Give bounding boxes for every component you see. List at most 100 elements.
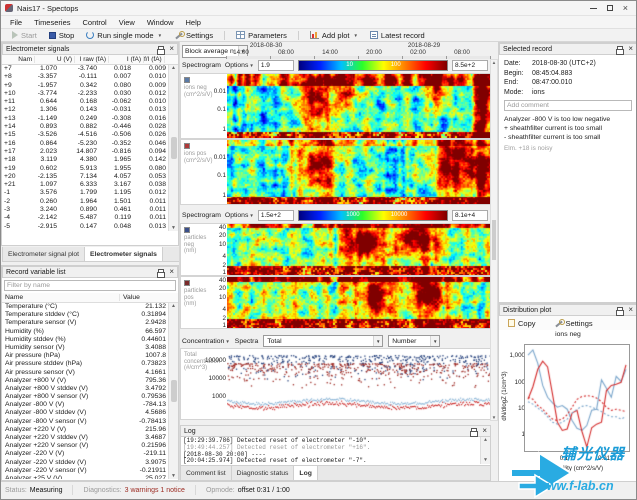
list-item[interactable]: Temperature stddev (°C)0.31894 bbox=[2, 311, 178, 319]
column-header[interactable]: I (fA) bbox=[109, 56, 144, 63]
scroll-down-icon[interactable]: ▼ bbox=[484, 457, 487, 464]
list-item[interactable]: Humidity sensor (V)3.4088 bbox=[2, 344, 178, 352]
scroll-thumb[interactable] bbox=[492, 220, 496, 260]
table-row[interactable]: +160.864-5.230-0.3520.046 bbox=[2, 140, 178, 148]
ions-neg-spectrogram[interactable]: ions neg(cm^2/s/V) 0.01 0.1 1 bbox=[180, 73, 491, 139]
list-item[interactable]: Humidity stddev (%)0.44601 bbox=[2, 336, 178, 344]
list-item[interactable]: Analyzer -800 V stddev (V)4.5686 bbox=[2, 409, 178, 417]
list-item[interactable]: Air pressure (hPa)1007.8 bbox=[2, 352, 178, 360]
electrometer-column-headers[interactable]: NamU (V)I raw (fA)I (fA)f/I (fA) bbox=[2, 55, 178, 65]
float-icon[interactable] bbox=[617, 46, 623, 52]
list-item[interactable]: Temperature sensor (V)2.9428 bbox=[2, 319, 178, 327]
scroll-up-icon[interactable]: ▲ bbox=[492, 60, 496, 65]
tab-diagnostic-status[interactable]: Diagnostic status bbox=[232, 466, 295, 480]
list-item[interactable]: Analyzer -800 V sensor (V)-0.78413 bbox=[2, 418, 178, 426]
list-item[interactable]: Analyzer +220 V (V)215.96 bbox=[2, 426, 178, 434]
column-header[interactable]: U (V) bbox=[35, 56, 75, 63]
scale-max-input[interactable]: 8.1e+4 bbox=[452, 210, 488, 221]
list-item[interactable]: Analyzer -220 V (V)-219.11 bbox=[2, 450, 178, 458]
menu-item[interactable]: Help bbox=[180, 18, 207, 27]
ions-pos-legend-icon[interactable] bbox=[184, 143, 190, 149]
menu-item[interactable]: View bbox=[113, 18, 141, 27]
table-row[interactable]: +211.0976.3333.1670.038 bbox=[2, 181, 178, 189]
scroll-down-icon[interactable]: ▼ bbox=[171, 473, 176, 479]
column-header[interactable]: Name bbox=[2, 294, 120, 301]
column-header[interactable]: I raw (fA) bbox=[75, 56, 109, 63]
table-row[interactable]: +172.02314.807-0.8160.094 bbox=[2, 148, 178, 156]
table-row[interactable]: -13.5761.7991.1950.012 bbox=[2, 189, 178, 197]
tab-electrometer-signal-plot[interactable]: Electrometer signal plot bbox=[3, 247, 85, 261]
ions-pos-spectrogram[interactable]: ions pos(cm^2/s/V) 0.01 0.1 1 bbox=[180, 139, 491, 205]
add-comment-input[interactable] bbox=[504, 100, 632, 111]
scroll-thumb[interactable] bbox=[171, 380, 177, 402]
list-item[interactable]: Air pressure stddev (hPa)0.73823 bbox=[2, 360, 178, 368]
ions-neg-spectrogram-canvas[interactable] bbox=[227, 74, 491, 138]
scrollbar[interactable]: ▲ ▼ bbox=[168, 65, 178, 231]
table-row[interactable]: +140.8930.882-0.4460.028 bbox=[2, 123, 178, 131]
minimize-icon[interactable] bbox=[590, 8, 597, 9]
menu-item[interactable]: Timeseries bbox=[28, 18, 76, 27]
scroll-up-icon[interactable]: ▲ bbox=[171, 65, 176, 71]
copy-button[interactable]: Copy bbox=[503, 318, 541, 329]
settings-button[interactable]: Settings bbox=[169, 30, 218, 41]
start-button[interactable]: Start bbox=[7, 30, 42, 41]
table-row[interactable]: +13-1.1490.249-0.3080.016 bbox=[2, 115, 178, 123]
float-icon[interactable] bbox=[471, 428, 477, 434]
add-plot-button[interactable]: Add plot▼ bbox=[305, 30, 363, 41]
tab-log[interactable]: Log bbox=[294, 466, 317, 480]
table-row[interactable]: +9-1.9570.3420.0800.009 bbox=[2, 82, 178, 90]
concentration-canvas[interactable] bbox=[227, 349, 491, 419]
filter-input[interactable] bbox=[4, 280, 176, 291]
tab-comment-list[interactable]: Comment list bbox=[181, 466, 232, 480]
options-button[interactable]: Options▼ bbox=[225, 62, 254, 69]
particles-pos-spectrogram-canvas[interactable] bbox=[227, 277, 491, 328]
table-row[interactable]: -33.2400.8900.4610.011 bbox=[2, 206, 178, 214]
distribution-plot[interactable]: dN/dlogZ (1/cm^3) 1,000 100 10 1 0.1 0.0… bbox=[499, 338, 637, 488]
menu-item[interactable]: Window bbox=[141, 18, 180, 27]
particles-neg-spectrogram-canvas[interactable] bbox=[227, 224, 491, 275]
table-row[interactable]: +190.6025.9131.9550.080 bbox=[2, 165, 178, 173]
list-item[interactable]: Analyzer -800 V (V)-784.13 bbox=[2, 401, 178, 409]
latest-record-button[interactable]: Latest record bbox=[365, 30, 430, 41]
jet-colorbar[interactable]: 10 100 bbox=[298, 60, 448, 71]
maximize-icon[interactable] bbox=[607, 5, 613, 11]
list-item[interactable]: Analyzer +220 V stddev (V)3.4687 bbox=[2, 434, 178, 442]
table-row[interactable]: -5-2.9150.1470.0480.013 bbox=[2, 223, 178, 231]
diagnostics-badge[interactable]: 3 warnings 1 notice bbox=[125, 487, 185, 494]
table-row[interactable]: +110.6440.168-0.0620.010 bbox=[2, 98, 178, 106]
number-combo[interactable]: Number▼ bbox=[388, 335, 440, 347]
column-header[interactable]: f/I (fA) bbox=[144, 56, 165, 63]
jet-colorbar[interactable]: 1000 10000 bbox=[298, 210, 448, 221]
particles-pos-spectrogram[interactable]: particles pos(nm) 40 20 10 4 2 1 bbox=[180, 276, 491, 329]
total-combo[interactable]: Total▼ bbox=[263, 335, 383, 347]
run-single-mode-button[interactable]: Run single mode▼ bbox=[81, 30, 167, 41]
close-icon[interactable]: × bbox=[628, 46, 633, 52]
table-row[interactable]: -20.2601.9641.5010.011 bbox=[2, 198, 178, 206]
scale-max-input[interactable]: 8.5e+2 bbox=[452, 60, 488, 71]
close-icon[interactable]: × bbox=[482, 428, 487, 434]
close-icon[interactable]: × bbox=[623, 5, 628, 12]
ions-neg-legend-icon[interactable] bbox=[184, 77, 190, 83]
table-row[interactable]: +183.1194.3801.9650.142 bbox=[2, 156, 178, 164]
list-item[interactable]: Air pressure sensor (V)4.1661 bbox=[2, 369, 178, 377]
electrometer-table[interactable]: +71.070-3.7400.0180.009 +8-3.357-0.1110.… bbox=[2, 65, 178, 231]
scale-min-input[interactable]: 1.9 bbox=[258, 60, 294, 71]
float-icon[interactable] bbox=[158, 46, 164, 52]
list-item[interactable]: Analyzer +800 V sensor (V)0.79536 bbox=[2, 393, 178, 401]
float-icon[interactable] bbox=[617, 307, 623, 313]
parameters-button[interactable]: Parameters bbox=[231, 30, 292, 41]
options-button[interactable]: Options▼ bbox=[225, 212, 254, 219]
scroll-down-icon[interactable]: ▼ bbox=[171, 225, 176, 231]
menu-item[interactable]: File bbox=[4, 18, 28, 27]
float-icon[interactable] bbox=[158, 269, 164, 275]
distribution-canvas[interactable] bbox=[525, 345, 629, 451]
plot-frame[interactable] bbox=[524, 344, 630, 452]
concentration-plot[interactable]: Total concentration(#/cm^3) 100000 10000… bbox=[180, 348, 491, 420]
scrollbar[interactable]: ▲ ▼ bbox=[168, 303, 178, 479]
list-item[interactable]: Temperature (°C)21.132 bbox=[2, 303, 178, 311]
table-row[interactable]: +20-2.1357.1344.0570.053 bbox=[2, 173, 178, 181]
list-item[interactable]: Analyzer +220 V sensor (V)0.21596 bbox=[2, 442, 178, 450]
column-header[interactable]: Nam bbox=[2, 56, 35, 63]
table-row[interactable]: -4-2.1425.4870.1190.011 bbox=[2, 214, 178, 222]
record-variable-table[interactable]: Temperature (°C)21.132 Temperature stdde… bbox=[2, 303, 178, 479]
